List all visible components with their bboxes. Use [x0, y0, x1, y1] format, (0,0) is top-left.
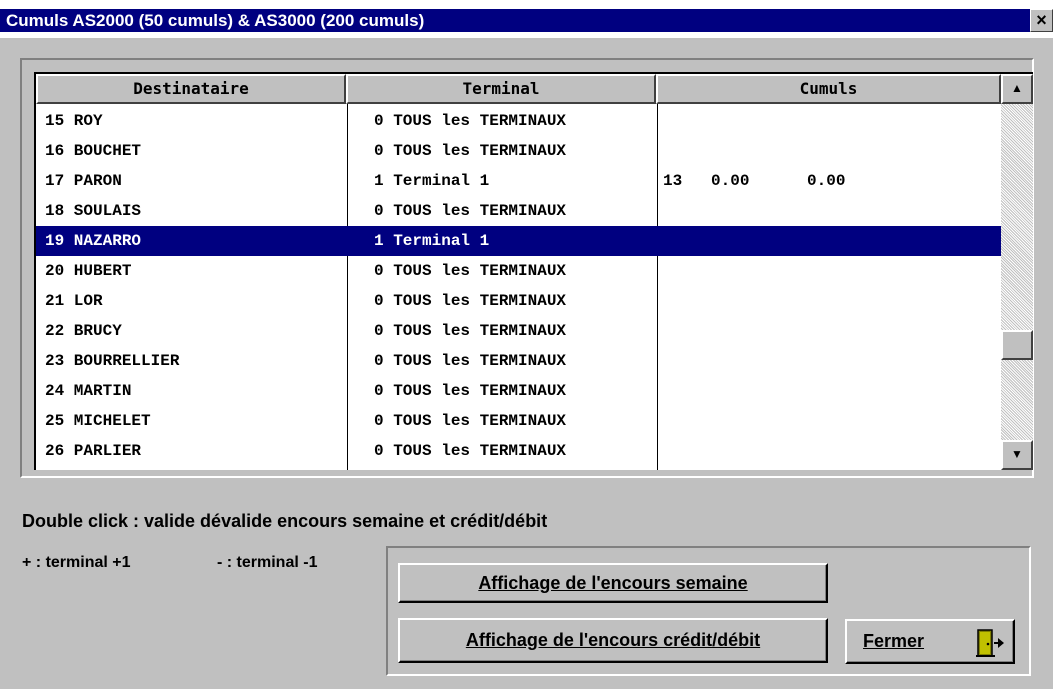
table-row[interactable]: 18 SOULAIS 0 TOUS les TERMINAUX	[36, 196, 1001, 226]
cell-terminal: 0 TOUS les TERMINAUX	[374, 112, 567, 130]
fermer-button[interactable]: Fermer	[845, 619, 1015, 664]
fermer-label: Fermer	[863, 631, 925, 651]
title-bar: Cumuls AS2000 (50 cumuls) & AS3000 (200 …	[0, 0, 1053, 38]
table-row[interactable]: 22 BRUCY 0 TOUS les TERMINAUX	[36, 316, 1001, 346]
cell-terminal: 0 TOUS les TERMINAUX	[374, 352, 567, 370]
cell-destinataire: 22 BRUCY	[45, 322, 122, 340]
cell-terminal: 1 Terminal 1	[374, 172, 490, 190]
arrow-up-icon: ▲	[1011, 81, 1023, 95]
encours-credit-debit-button[interactable]: Affichage de l'encours crédit/débit	[398, 618, 828, 663]
cell-terminal: 0 TOUS les TERMINAUX	[374, 202, 567, 220]
table-row[interactable]: 17 PARON 1 Terminal 1 13 0.00 0.00	[36, 166, 1001, 196]
double-click-hint: Double click : valide dévalide encours s…	[22, 511, 548, 531]
scroll-down-button[interactable]: ▼	[1001, 440, 1033, 470]
table-row[interactable]: 24 MARTIN 0 TOUS les TERMINAUX	[36, 376, 1001, 406]
cell-destinataire: 17 PARON	[45, 172, 122, 190]
cell-terminal: 0 TOUS les TERMINAUX	[374, 262, 567, 280]
table-row-selected[interactable]: 19 NAZARRO 1 Terminal 1	[36, 226, 1001, 256]
table-row[interactable]: 26 PARLIER 0 TOUS les TERMINAUX	[36, 436, 1001, 466]
cell-cumuls: 13 0.00 0.00	[663, 172, 846, 190]
door-exit-icon	[976, 629, 1004, 657]
window-title: Cumuls AS2000 (50 cumuls) & AS3000 (200 …	[0, 9, 1030, 32]
cell-destinataire: 16 BOUCHET	[45, 142, 142, 160]
cell-destinataire: 19 NAZARRO	[45, 232, 142, 250]
column-header-cumuls[interactable]: Cumuls	[656, 74, 1001, 104]
encours-semaine-button[interactable]: Affichage de l'encours semaine	[398, 563, 828, 603]
cell-destinataire: 26 PARLIER	[45, 442, 142, 460]
cell-destinataire: 15 ROY	[45, 112, 103, 130]
cell-terminal: 0 TOUS les TERMINAUX	[374, 412, 567, 430]
arrow-down-icon: ▼	[1011, 447, 1023, 461]
cell-destinataire: 18 SOULAIS	[45, 202, 142, 220]
cell-destinataire: 24 MARTIN	[45, 382, 132, 400]
cell-terminal: 0 TOUS les TERMINAUX	[374, 442, 567, 460]
table-row[interactable]: 20 HUBERT 0 TOUS les TERMINAUX	[36, 256, 1001, 286]
scroll-thumb[interactable]	[1001, 330, 1033, 360]
scroll-up-button[interactable]: ▲	[1001, 74, 1033, 104]
cell-destinataire: 20 HUBERT	[45, 262, 132, 280]
table-row[interactable]: 16 BOUCHET 0 TOUS les TERMINAUX	[36, 136, 1001, 166]
column-header-destinataire[interactable]: Destinataire	[36, 74, 346, 104]
close-button[interactable]: ×	[1030, 9, 1053, 32]
cell-destinataire: 21 LOR	[45, 292, 103, 310]
table-row[interactable]: 23 BOURRELLIER 0 TOUS les TERMINAUX	[36, 346, 1001, 376]
minus-hint: - : terminal -1	[217, 554, 318, 571]
cumuls-grid[interactable]: Destinataire Terminal Cumuls 15 ROY 0 TOU…	[34, 72, 1033, 470]
cell-terminal: 0 TOUS les TERMINAUX	[374, 322, 567, 340]
table-row[interactable]: 15 ROY 0 TOUS les TERMINAUX	[36, 106, 1001, 136]
cell-terminal: 0 TOUS les TERMINAUX	[374, 292, 567, 310]
table-row[interactable]: 21 LOR 0 TOUS les TERMINAUX	[36, 286, 1001, 316]
cell-terminal: 0 TOUS les TERMINAUX	[374, 382, 567, 400]
cell-destinataire: 25 MICHELET	[45, 412, 151, 430]
vertical-scrollbar[interactable]: ▲ ▼	[1001, 74, 1033, 470]
table-row[interactable]: 25 MICHELET 0 TOUS les TERMINAUX	[36, 406, 1001, 436]
cell-destinataire: 23 BOURRELLIER	[45, 352, 180, 370]
column-header-terminal[interactable]: Terminal	[346, 74, 656, 104]
cell-terminal: 1 Terminal 1	[374, 232, 490, 250]
plus-hint: + : terminal +1	[22, 554, 131, 571]
cell-terminal: 0 TOUS les TERMINAUX	[374, 142, 567, 160]
